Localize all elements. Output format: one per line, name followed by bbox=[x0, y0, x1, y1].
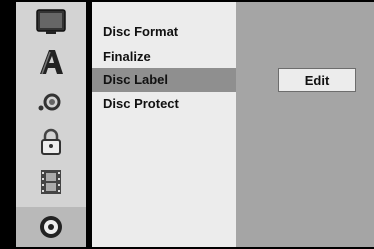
language-icon bbox=[36, 48, 66, 76]
lock-icon bbox=[39, 128, 63, 156]
disc-icon bbox=[37, 213, 65, 241]
film-icon bbox=[39, 168, 63, 196]
category-icon-column bbox=[16, 2, 86, 247]
dvd-setup-screen: Disc Format Finalize Disc Label Disc Pro… bbox=[0, 0, 374, 249]
category-lock[interactable] bbox=[16, 122, 86, 162]
category-tv[interactable] bbox=[16, 2, 86, 42]
audio-icon bbox=[37, 91, 65, 113]
category-language[interactable] bbox=[16, 42, 86, 82]
options-panel: Edit bbox=[236, 2, 374, 247]
category-disc[interactable] bbox=[16, 207, 86, 247]
edit-button[interactable]: Edit bbox=[278, 68, 356, 92]
menu-item-disc-label[interactable]: Disc Label bbox=[92, 68, 236, 92]
tv-icon bbox=[36, 9, 66, 35]
menu-item-disc-format[interactable]: Disc Format bbox=[92, 20, 236, 44]
menu-item-disc-protect[interactable]: Disc Protect bbox=[92, 92, 236, 116]
disc-menu-list: Disc Format Finalize Disc Label Disc Pro… bbox=[92, 2, 236, 247]
menu-item-finalize[interactable]: Finalize bbox=[92, 45, 236, 69]
category-audio[interactable] bbox=[16, 82, 86, 122]
category-film[interactable] bbox=[16, 162, 86, 202]
